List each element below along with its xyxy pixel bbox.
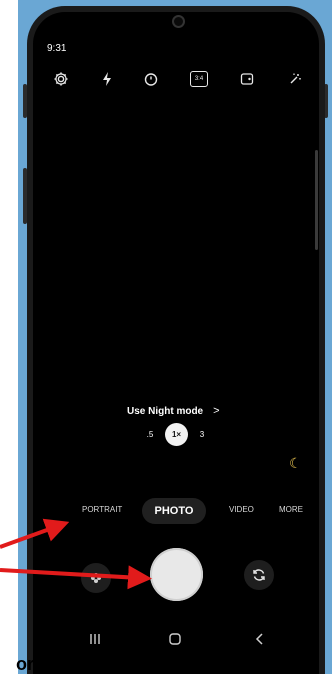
bottom-caption: or — [16, 654, 34, 674]
screenshot-stage: 9:31 3:4 Use Night mode > .5 1× 3 ☾ PORT… — [0, 0, 332, 674]
annotation-arrows — [0, 518, 152, 590]
arrow-to-mode-bar — [0, 518, 70, 549]
arrow-to-shutter — [0, 565, 152, 590]
